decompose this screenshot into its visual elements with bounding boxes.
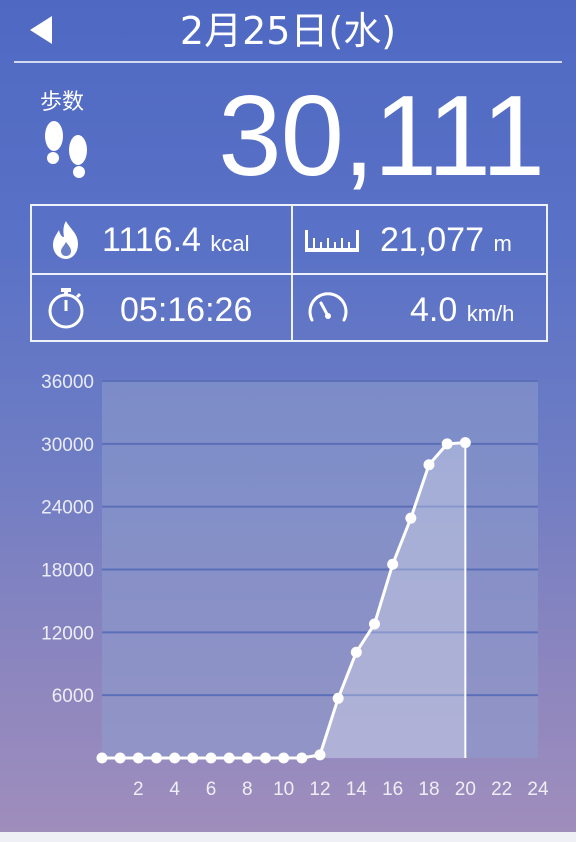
time-value: 05:16:26 — [120, 291, 253, 329]
ruler-icon — [305, 230, 359, 252]
x-tick-label: 18 — [418, 779, 439, 800]
data-point — [405, 512, 417, 524]
data-point — [169, 752, 181, 764]
data-point — [369, 618, 380, 630]
step-chart: 6000 12000 18000 24000 30000 36000 2 4 6 8 10 12 14 1… — [0, 370, 576, 810]
data-point — [96, 752, 108, 764]
data-point — [260, 752, 271, 764]
x-tick-label: 20 — [455, 779, 476, 800]
data-point — [187, 752, 199, 764]
y-tick-label: 6000 — [52, 686, 94, 707]
x-tick-label: 14 — [346, 779, 368, 800]
data-point — [151, 752, 162, 764]
data-point — [296, 752, 308, 764]
x-tick-label: 4 — [169, 779, 180, 800]
y-tick-label: 24000 — [41, 498, 94, 519]
header: 2月25日(水) — [0, 0, 576, 63]
data-point — [441, 438, 453, 450]
bottom-bar — [0, 832, 576, 842]
x-tick-label: 16 — [382, 779, 403, 800]
x-tick-label: 22 — [491, 779, 512, 800]
data-point — [423, 459, 435, 471]
calories-value: 1116.4 — [102, 221, 201, 259]
data-point — [241, 752, 253, 764]
x-tick-label: 10 — [273, 779, 294, 800]
distance-unit: m — [493, 231, 512, 256]
footprint-icon — [45, 121, 87, 178]
x-tick-label: 6 — [206, 779, 217, 800]
flame-icon — [53, 221, 78, 259]
y-tick-label: 18000 — [41, 561, 94, 582]
data-point — [223, 752, 235, 764]
speed-unit: km/h — [466, 301, 515, 326]
data-point — [350, 646, 362, 658]
data-point — [387, 558, 399, 570]
x-tick-label: 8 — [242, 779, 253, 800]
data-point — [332, 692, 344, 704]
distance-value: 21,077 — [380, 221, 484, 259]
data-point — [278, 752, 290, 764]
header-divider — [14, 61, 562, 63]
x-tick-label: 12 — [309, 779, 330, 800]
x-tick-label: 2 — [133, 779, 144, 800]
speedometer-icon — [308, 292, 348, 322]
data-point — [205, 752, 217, 764]
stats-grid: 1116.4 kcal 21,077 m 05:16:26 4.0 km/h — [30, 204, 548, 342]
data-point — [132, 752, 144, 764]
calories-unit: kcal — [210, 231, 250, 256]
y-tick-label: 36000 — [41, 372, 94, 393]
time-stat: 05:16:26 — [120, 290, 252, 330]
y-tick-label: 12000 — [41, 623, 94, 644]
speed-value: 4.0 — [410, 291, 458, 329]
data-point — [314, 749, 326, 761]
calories-stat: 1116.4 kcal — [102, 220, 250, 264]
stopwatch-icon — [48, 288, 84, 329]
distance-stat: 21,077 m — [380, 220, 512, 264]
y-tick-label: 30000 — [41, 435, 94, 456]
stats-divider-horizontal — [32, 273, 546, 275]
steps-label: 歩数 — [40, 90, 85, 115]
x-tick-label: 24 — [527, 779, 549, 800]
step-line-chart: 600012000180002400030000360002 4 6 8 10 12 14 1… — [41, 372, 549, 800]
steps-count: 30,111 — [218, 73, 545, 200]
data-point — [114, 752, 126, 764]
speed-stat: 4.0 km/h — [410, 290, 514, 334]
data-point — [459, 437, 471, 449]
date-title: 2月25日(水) — [179, 9, 397, 53]
